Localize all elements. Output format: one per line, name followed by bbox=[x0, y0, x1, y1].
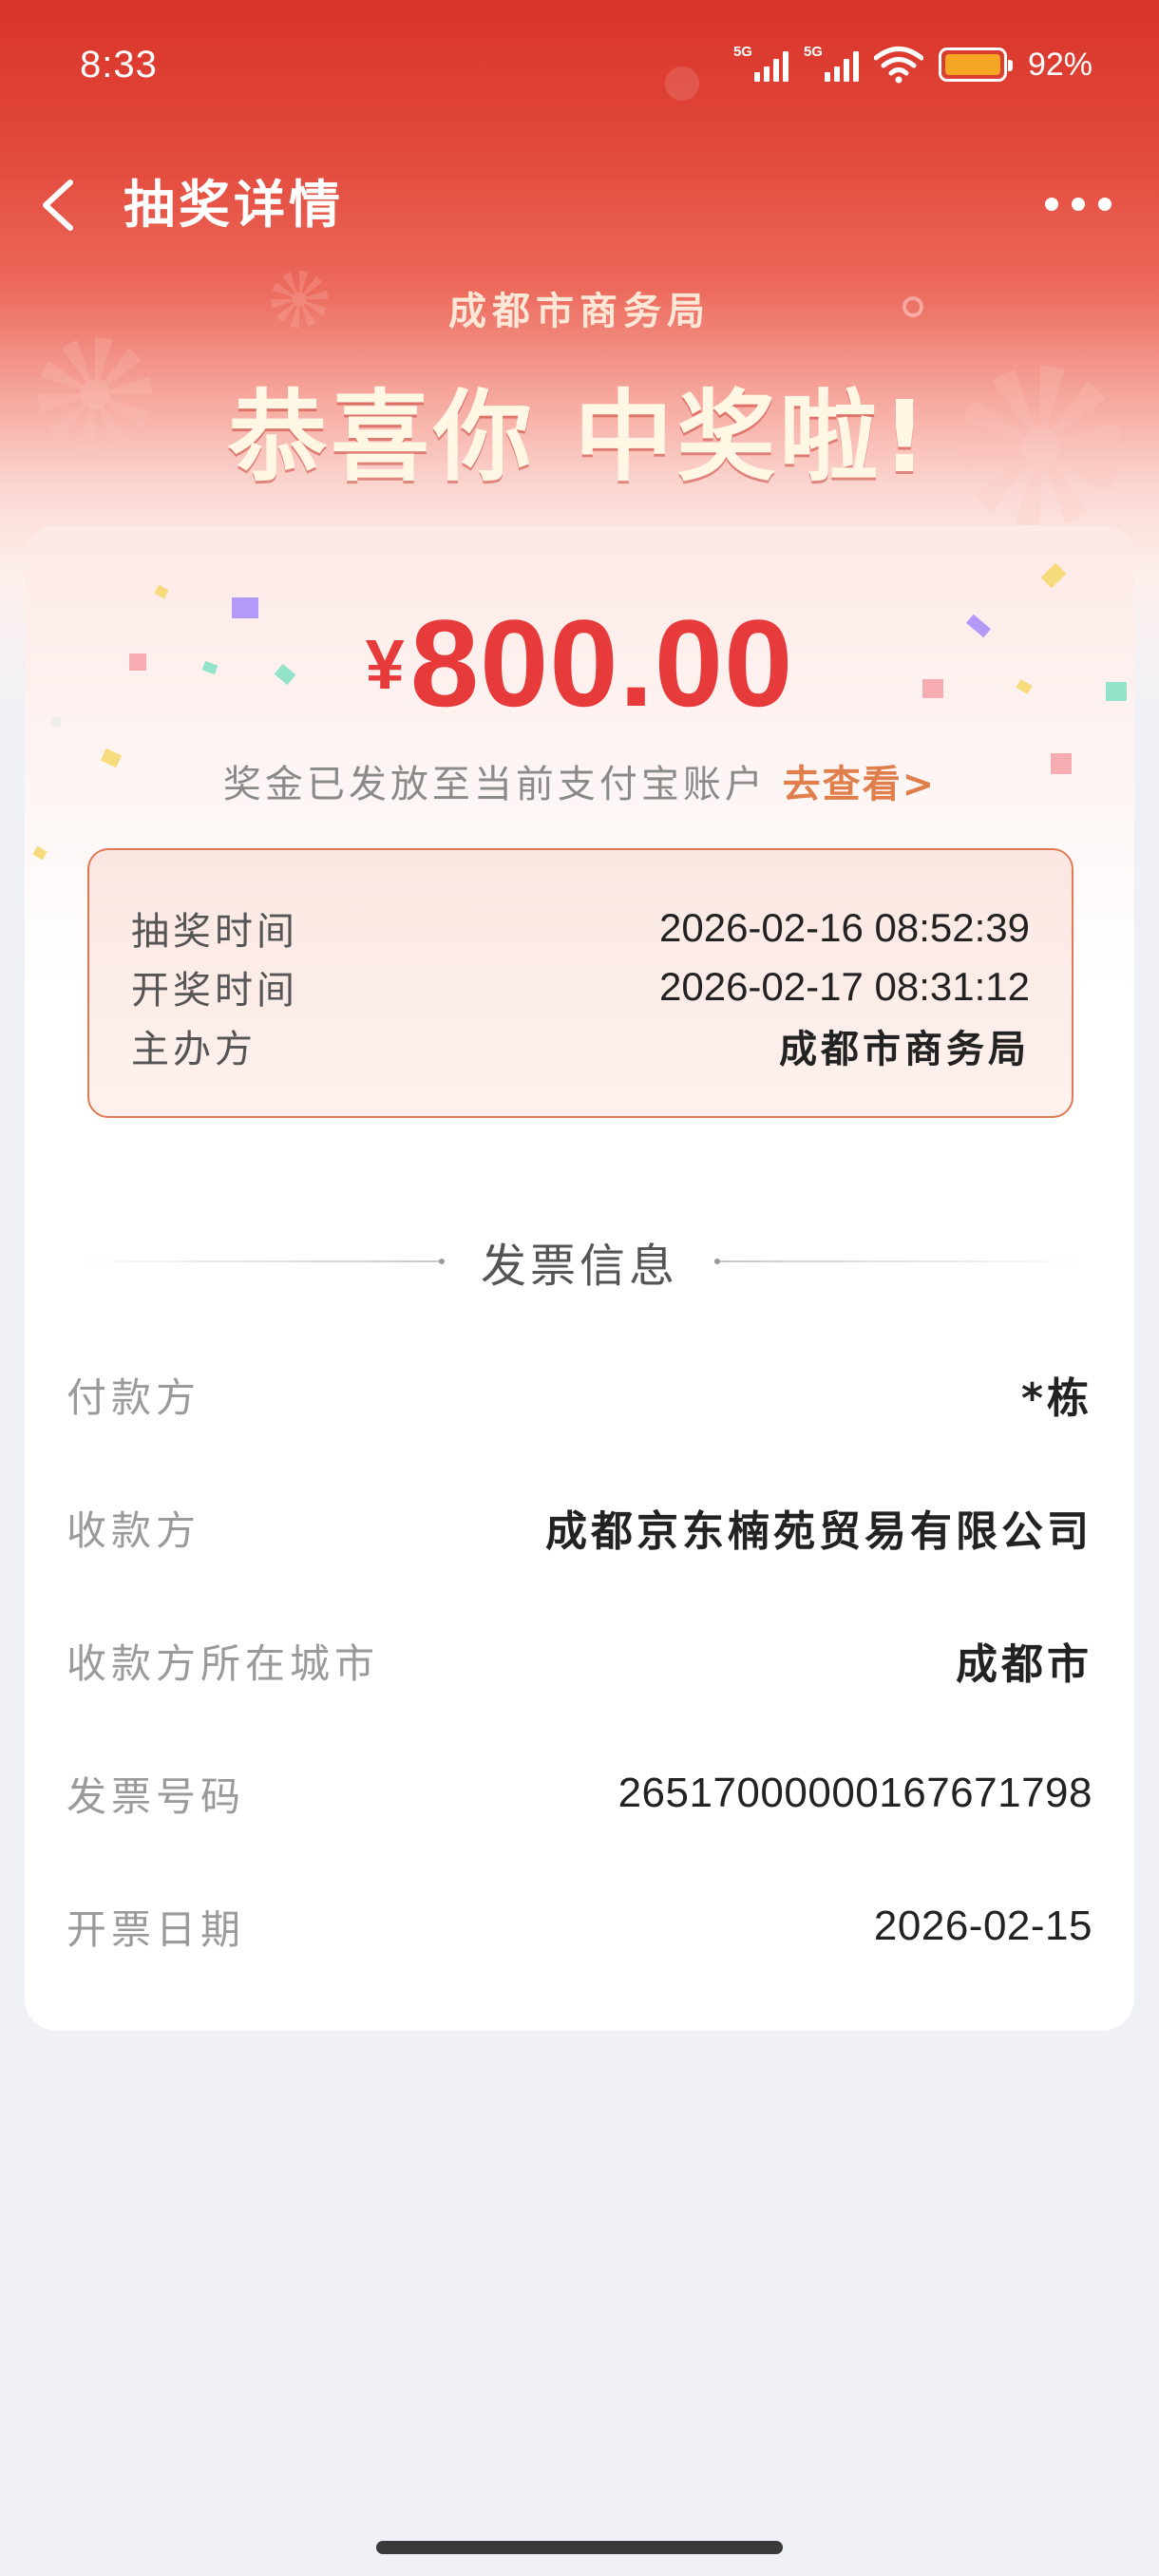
more-icon-dot bbox=[1045, 198, 1058, 211]
payee-city-value: 成都市 bbox=[956, 1640, 1092, 1689]
divider-right bbox=[714, 1259, 1087, 1264]
prize-card: ¥800.00 奖金已发放至当前支付宝账户 去查看> 抽奖时间 2026-02-… bbox=[25, 525, 1134, 2031]
result-time-row: 开奖时间 2026-02-17 08:31:12 bbox=[131, 958, 1030, 1015]
payout-notice: 奖金已发放至当前支付宝账户 去查看> bbox=[25, 753, 1134, 808]
confetti-decoration bbox=[32, 845, 48, 861]
draw-time-row: 抽奖时间 2026-02-16 08:52:39 bbox=[131, 900, 1030, 957]
home-indicator[interactable] bbox=[376, 2541, 783, 2554]
status-time: 8:33 bbox=[80, 44, 158, 85]
network-type-label: 5G bbox=[732, 44, 752, 60]
more-icon-dot bbox=[1098, 198, 1112, 211]
network-type-label: 5G bbox=[803, 44, 823, 60]
organizer-value: 成都市商务局 bbox=[779, 1028, 1030, 1071]
payout-text: 奖金已发放至当前支付宝账户 bbox=[222, 763, 767, 806]
battery-icon bbox=[938, 47, 1013, 82]
status-icons: 5G 5G 92% bbox=[733, 42, 1092, 87]
invoice-section-header: 发票信息 bbox=[25, 1228, 1134, 1295]
invoice-section-title: 发票信息 bbox=[480, 1240, 678, 1293]
invoice-number-label: 发票号码 bbox=[66, 1772, 246, 1820]
payee-row: 收款方 成都京东楠苑贸易有限公司 bbox=[66, 1489, 1092, 1565]
draw-time-label: 抽奖时间 bbox=[131, 910, 298, 954]
organizer-row: 主办方 成都市商务局 bbox=[131, 1017, 1030, 1074]
invoice-number-value: 26517000000167671798 bbox=[618, 1770, 1092, 1816]
draw-info-box: 抽奖时间 2026-02-16 08:52:39 开奖时间 2026-02-17… bbox=[87, 848, 1074, 1118]
more-button[interactable] bbox=[1045, 180, 1112, 228]
payee-value: 成都京东楠苑贸易有限公司 bbox=[545, 1507, 1092, 1556]
more-icon-dot bbox=[1072, 198, 1085, 211]
organizer-label: 主办方 bbox=[131, 1028, 256, 1071]
invoice-date-row: 开票日期 2026-02-15 bbox=[66, 1888, 1092, 1964]
hero-organizer: 成都市商务局 bbox=[448, 290, 711, 333]
confetti-decoration bbox=[1040, 562, 1067, 589]
status-bar: 8:33 5G 5G 92% bbox=[0, 0, 1159, 133]
prize-amount: ¥800.00 bbox=[25, 592, 1134, 734]
invoice-date-value: 2026-02-15 bbox=[873, 1903, 1092, 1949]
payer-label: 付款方 bbox=[66, 1373, 201, 1421]
draw-time-value: 2026-02-16 08:52:39 bbox=[659, 905, 1030, 950]
signal-icon: 5G bbox=[733, 44, 788, 85]
payer-row: 付款方 *栋 bbox=[66, 1356, 1092, 1432]
hero-headline: 恭喜你 中奖啦! bbox=[228, 379, 931, 495]
payer-value: *栋 bbox=[1020, 1374, 1092, 1423]
invoice-date-label: 开票日期 bbox=[66, 1905, 246, 1953]
screen: 8:33 5G 5G 92% 抽奖详情 成都市商务局 恭喜你 中奖啦! ¥800… bbox=[0, 0, 1159, 2576]
signal-icon: 5G bbox=[804, 44, 859, 85]
currency-symbol: ¥ bbox=[365, 625, 405, 704]
payee-label: 收款方 bbox=[66, 1506, 201, 1554]
result-time-value: 2026-02-17 08:31:12 bbox=[659, 964, 1030, 1009]
divider-left bbox=[71, 1259, 445, 1264]
page-title: 抽奖详情 bbox=[124, 175, 344, 235]
amount-value: 800.00 bbox=[409, 594, 794, 732]
payee-city-label: 收款方所在城市 bbox=[66, 1639, 380, 1687]
invoice-number-row: 发票号码 26517000000167671798 bbox=[66, 1755, 1092, 1831]
result-time-label: 开奖时间 bbox=[131, 969, 298, 1013]
wifi-icon bbox=[873, 47, 923, 84]
chevron-left-icon bbox=[43, 180, 73, 231]
view-payout-link[interactable]: 去查看> bbox=[783, 763, 937, 806]
payee-city-row: 收款方所在城市 成都市 bbox=[66, 1622, 1092, 1698]
back-button[interactable] bbox=[34, 171, 91, 239]
battery-level: 92% bbox=[1027, 46, 1092, 83]
